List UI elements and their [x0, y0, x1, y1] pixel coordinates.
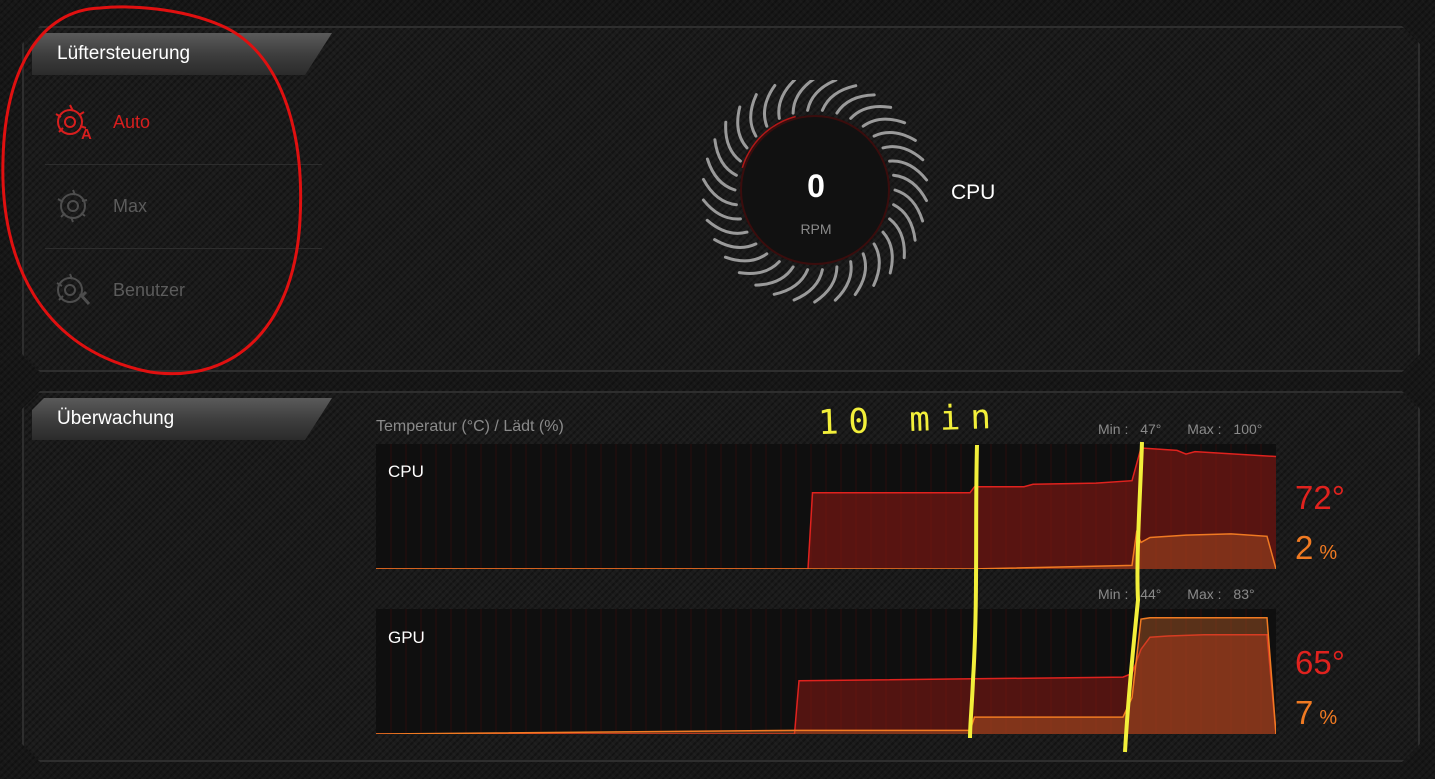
gpu-graph-label: GPU [388, 628, 425, 647]
mode-max-label: Max [113, 195, 148, 216]
cpu-max-value: 100° [1233, 421, 1263, 437]
fan-blade [893, 188, 925, 223]
gpu-load-value: 7 [1295, 694, 1314, 731]
mode-user-button[interactable]: Benutzer [45, 248, 322, 332]
fan-blade [713, 138, 738, 177]
mode-auto-label: Auto [113, 111, 151, 132]
fan-blade [702, 177, 738, 207]
svg-text:A: A [81, 126, 92, 142]
cpu-load-unit: % [1319, 542, 1338, 564]
cpu-load: 2% [1295, 529, 1337, 567]
annotation-text: 10 min [817, 396, 1002, 444]
cpu-temperature: 72° [1295, 479, 1345, 516]
gpu-min-value: 44° [1140, 586, 1162, 602]
fan-user-icon [56, 273, 91, 306]
fan-blade [892, 203, 917, 242]
cpu-max-label: Max : [1187, 421, 1222, 437]
fan-blade [813, 265, 839, 304]
gpu-minmax: Min : 44° Max : 83° [1098, 586, 1255, 602]
fan-auto-icon: A [55, 104, 92, 142]
mode-max-button[interactable]: Max [45, 164, 322, 249]
cpu-graph-label: CPU [388, 462, 424, 481]
fan-control-tab[interactable]: Lüftersteuerung [32, 33, 332, 75]
fan-blade [853, 252, 867, 296]
cpu-graph [376, 444, 1276, 569]
fan-blade [749, 93, 758, 138]
cpu-load-value: 2 [1295, 529, 1314, 566]
fan-blade [705, 218, 749, 235]
gpu-max-value: 83° [1233, 586, 1255, 602]
fan-blade [737, 260, 781, 275]
fan-rpm-value: 0 [807, 168, 825, 204]
fan-blade [754, 265, 795, 287]
fan-blade [872, 242, 881, 287]
fan-blade [820, 84, 858, 112]
fan-blade [723, 252, 769, 263]
mode-user-label: Benutzer [113, 279, 186, 300]
fan-blade [835, 93, 876, 115]
fan-blade [888, 159, 929, 182]
gpu-load: 7% [1295, 694, 1337, 732]
cpu-min-label: Min : [1098, 421, 1129, 437]
gpu-temperature: 65° [1295, 644, 1345, 681]
fan-blade [892, 173, 928, 203]
fan-blade [763, 84, 777, 128]
cpu-min-value: 47° [1140, 421, 1162, 437]
fan-max-icon [57, 189, 88, 223]
mode-auto-button[interactable]: A Auto [45, 80, 322, 165]
fan-blade [872, 131, 917, 142]
fan-blade [849, 105, 893, 120]
fan-blade [713, 238, 758, 249]
gpu-load-unit: % [1319, 707, 1338, 729]
gpu-graph [376, 609, 1276, 734]
fan-blade [881, 230, 894, 275]
cpu-minmax: Min : 47° Max : 100° [1098, 421, 1262, 437]
gpu-min-label: Min : [1098, 586, 1129, 602]
fan-blade [772, 268, 810, 296]
monitoring-tab[interactable]: Überwachung [32, 398, 332, 440]
fan-blade [861, 117, 907, 128]
fan-rpm-unit: RPM [800, 221, 832, 237]
fan-blade [881, 145, 925, 162]
chart-title: Temperatur (°C) / Lädt (%) [376, 418, 564, 435]
fan-label: CPU [951, 181, 996, 204]
fan-blade [701, 198, 742, 221]
gpu-max-label: Max : [1187, 586, 1222, 602]
fan-blade [736, 105, 749, 150]
fan-blade [705, 157, 737, 192]
